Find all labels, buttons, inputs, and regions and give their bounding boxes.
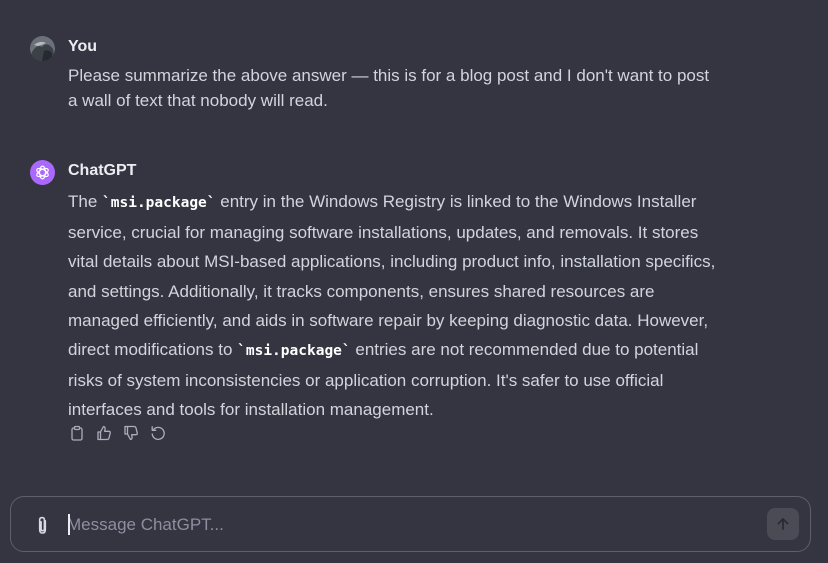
copy-icon <box>70 425 83 441</box>
regenerate-button[interactable] <box>149 424 166 441</box>
attach-button[interactable] <box>31 513 53 537</box>
thumbs-down-button[interactable] <box>122 424 139 441</box>
text-segment: The <box>68 192 103 211</box>
user-avatar <box>30 36 55 61</box>
thumbs-up-button[interactable] <box>95 424 112 441</box>
arrow-up-icon <box>777 518 789 530</box>
user-message-text: Please summarize the above answer — this… <box>68 66 710 110</box>
inline-code: `msi.package` <box>102 195 216 211</box>
inline-code: `msi.package` <box>237 343 351 360</box>
text-caret <box>68 514 70 535</box>
thumbs-down-icon <box>123 425 138 440</box>
text-segment: entry in the Windows Registry is linked … <box>68 192 716 360</box>
message-input[interactable] <box>67 511 747 539</box>
paperclip-icon <box>38 516 46 534</box>
chatgpt-avatar <box>30 160 55 185</box>
message-composer <box>10 496 811 552</box>
thumbs-up-icon <box>96 425 111 440</box>
user-author-name: You <box>68 38 98 55</box>
assistant-author-name: ChatGPT <box>68 162 137 179</box>
avatar-image-icon <box>30 36 55 61</box>
copy-button[interactable] <box>68 424 85 441</box>
regenerate-icon <box>151 425 165 440</box>
send-button[interactable] <box>767 508 799 540</box>
assistant-message-text: The `msi.package` entry in the Windows R… <box>68 187 718 425</box>
openai-logo-icon <box>36 165 49 180</box>
message-actions <box>68 424 166 441</box>
chat-page: You Please summarize the above answer — … <box>0 0 828 563</box>
